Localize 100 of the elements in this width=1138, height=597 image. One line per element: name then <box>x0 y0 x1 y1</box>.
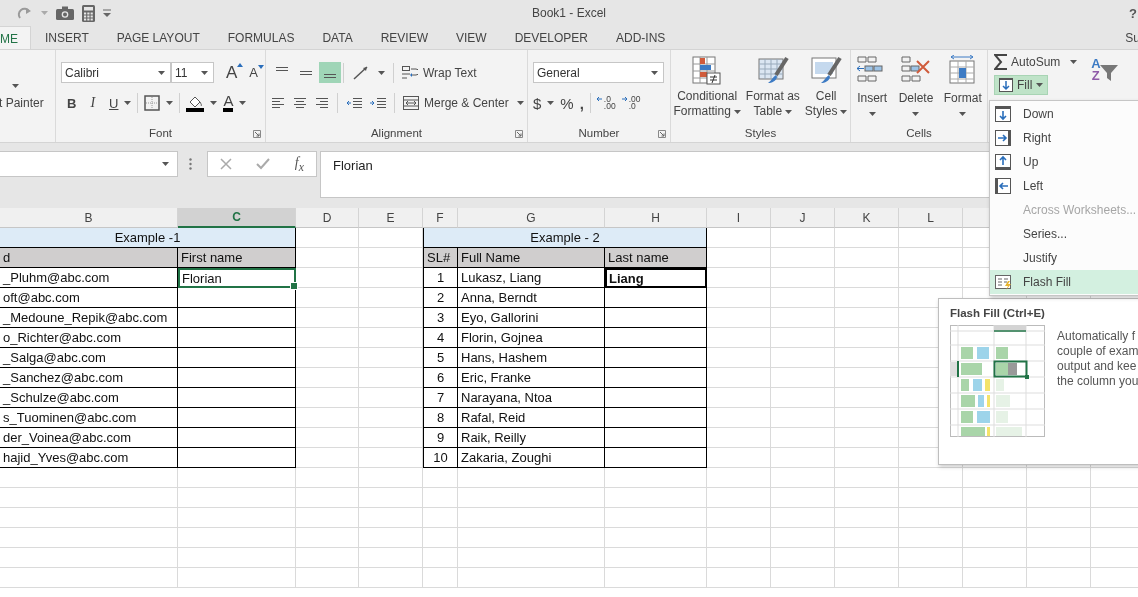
bold-button[interactable]: B <box>67 95 77 111</box>
column-header[interactable]: F <box>423 208 458 228</box>
orientation-icon[interactable] <box>352 64 370 81</box>
ribbon-tab[interactable]: PAGE LAYOUT <box>102 26 214 49</box>
format-table-icon[interactable] <box>756 55 789 85</box>
fill-handle[interactable] <box>290 282 298 290</box>
caret-icon[interactable] <box>785 109 793 114</box>
column-header[interactable]: K <box>835 208 899 228</box>
grow-font-button[interactable]: A <box>226 62 244 83</box>
camera-icon[interactable] <box>56 6 74 20</box>
column-header[interactable]: B <box>0 208 178 228</box>
number-format-dropdown[interactable]: General <box>533 62 664 83</box>
menu-item[interactable]: Right <box>990 126 1138 150</box>
caret-icon[interactable] <box>1036 83 1044 87</box>
align-left-icon[interactable] <box>271 97 285 109</box>
underline-button[interactable]: U <box>109 95 119 111</box>
font-color-button[interactable]: A <box>223 94 234 112</box>
format-painter-button[interactable]: t Painter <box>0 96 44 110</box>
font-name-dropdown[interactable]: Calibri <box>61 62 171 83</box>
caret-icon[interactable] <box>912 112 920 116</box>
dialog-launcher-icon[interactable] <box>253 130 261 138</box>
check-icon[interactable] <box>256 158 271 170</box>
menu-item[interactable]: Justify <box>990 246 1138 270</box>
dialog-launcher-icon[interactable] <box>658 130 666 138</box>
ribbon-tab[interactable]: DATA <box>308 26 367 49</box>
menu-item[interactable]: Flash Fill <box>990 270 1138 294</box>
autosum-button[interactable]: AutoSum <box>994 54 1061 70</box>
filter-icon[interactable] <box>1099 64 1118 82</box>
help-button[interactable]: ? <box>1129 5 1137 21</box>
calculator-icon[interactable] <box>82 4 95 22</box>
ribbon-tab[interactable]: VIEW <box>442 26 501 49</box>
more-icon[interactable] <box>189 158 192 170</box>
dialog-launcher-icon[interactable] <box>515 130 523 138</box>
merge-center-button[interactable]: Merge & Center <box>403 96 509 110</box>
menu-item[interactable]: Up <box>990 150 1138 174</box>
caret-icon[interactable] <box>158 70 165 75</box>
caret-icon[interactable] <box>959 112 967 116</box>
caret-icon[interactable] <box>516 101 524 105</box>
increase-decimal-button[interactable]: .0 .00 <box>596 96 616 110</box>
caret-icon[interactable] <box>733 109 741 114</box>
cells-button[interactable]: Format <box>943 91 982 106</box>
currency-button[interactable]: $ <box>533 94 542 112</box>
column-header[interactable]: E <box>359 208 423 228</box>
column-header[interactable]: C <box>178 208 296 228</box>
decrease-indent-icon[interactable] <box>346 97 362 109</box>
ribbon-tab[interactable]: FORMULAS <box>213 26 309 49</box>
decrease-decimal-button[interactable]: .00 .0 <box>621 96 641 110</box>
ribbon-tab[interactable]: INSERT <box>31 26 103 49</box>
borders-icon[interactable] <box>144 95 161 111</box>
fill-up-icon <box>995 154 1011 170</box>
align-right-icon[interactable] <box>315 97 329 109</box>
tooltip-text: Automatically f couple of exam output and kee the column you <box>1057 329 1138 390</box>
menu-item[interactable]: Down <box>990 102 1138 126</box>
menu-item[interactable]: Left <box>990 174 1138 198</box>
caret-icon[interactable] <box>201 70 208 75</box>
increase-indent-icon[interactable] <box>370 97 386 109</box>
caret-icon[interactable] <box>166 101 174 105</box>
center-icon[interactable] <box>293 97 307 109</box>
caret-icon[interactable] <box>1070 60 1078 64</box>
ribbon-tab[interactable]: DEVELOPER <box>500 26 602 49</box>
style-button[interactable]: Conditional Formatting <box>673 89 741 119</box>
caret-icon[interactable] <box>378 70 385 75</box>
ribbon-tab[interactable]: REVIEW <box>366 26 442 49</box>
fill-color-icon[interactable] <box>186 94 205 112</box>
caret-icon[interactable] <box>547 101 555 105</box>
column-header[interactable]: D <box>296 208 359 228</box>
caret-icon[interactable] <box>124 101 132 105</box>
shrink-font-button[interactable]: A <box>249 65 264 80</box>
caret-icon[interactable] <box>651 70 658 75</box>
italic-button[interactable]: I <box>90 95 96 111</box>
font-size-dropdown[interactable]: 11 <box>171 62 214 83</box>
caret-icon[interactable] <box>12 84 19 88</box>
column-header[interactable]: I <box>707 208 771 228</box>
column-header[interactable]: J <box>771 208 835 228</box>
caret-icon[interactable] <box>840 109 848 114</box>
delete-cells-icon[interactable] <box>899 55 932 85</box>
style-button[interactable]: Format as Table <box>745 89 800 119</box>
column-header[interactable]: H <box>605 208 707 228</box>
caret-icon[interactable] <box>210 101 218 105</box>
ribbon-tab[interactable]: ADD-INS <box>602 26 680 49</box>
caret-icon[interactable] <box>162 162 169 166</box>
bottom-align-button[interactable] <box>319 62 341 83</box>
comma-button[interactable]: , <box>579 94 584 112</box>
insert-function-button[interactable]: f$_{x}$ <box>294 154 304 174</box>
style-button[interactable]: Cell Styles <box>804 89 848 119</box>
caret-icon[interactable] <box>239 101 247 105</box>
column-header[interactable]: G <box>458 208 605 228</box>
fill-right-icon <box>995 130 1011 146</box>
wrap-text-button[interactable]: Wrap Text <box>402 65 477 80</box>
ribbon-tab[interactable]: ME <box>0 26 31 49</box>
cell-styles-icon[interactable] <box>810 55 843 85</box>
caret-icon[interactable] <box>868 112 876 116</box>
column-header[interactable]: L <box>899 208 963 228</box>
percent-button[interactable]: % <box>560 94 574 112</box>
cells-button[interactable]: Insert <box>857 91 888 106</box>
conditional-formatting-icon[interactable] <box>691 55 724 85</box>
menu-item[interactable]: Series... <box>990 222 1138 246</box>
cells-button[interactable]: Delete <box>898 91 934 106</box>
customize-icon[interactable] <box>103 9 111 17</box>
fill-button[interactable]: Fill <box>994 75 1049 95</box>
